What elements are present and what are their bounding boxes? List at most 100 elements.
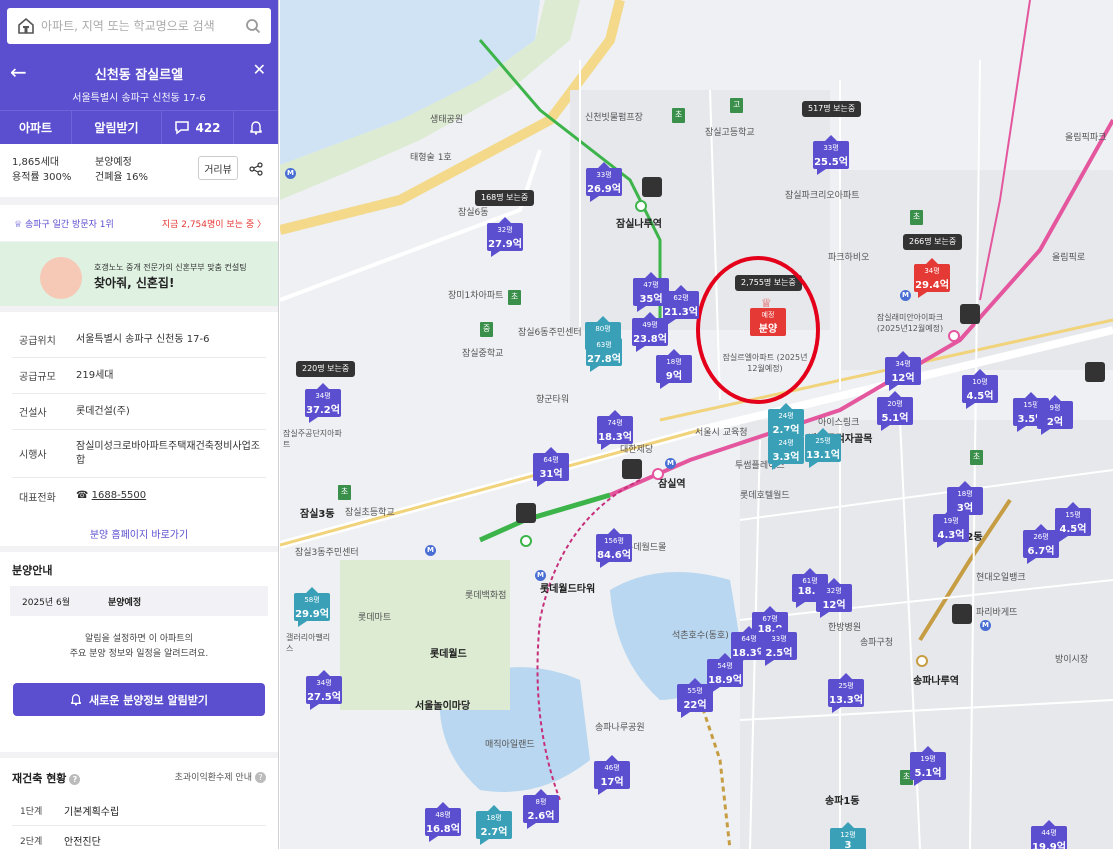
phone-link[interactable]: 1688-5500: [92, 490, 147, 501]
price-marker[interactable]: 34평 37.2억: [305, 383, 341, 423]
price-marker[interactable]: 32평 27.9억: [487, 217, 523, 257]
price-marker[interactable]: 24평 3.3억: [768, 430, 804, 470]
presale-alarm-button[interactable]: 새로운 분양정보 알림받기: [13, 683, 265, 716]
info-row: 공급규모 219세대: [12, 358, 266, 394]
school-icon[interactable]: 고: [730, 98, 743, 113]
price-marker[interactable]: 34평 29.4억: [914, 258, 950, 298]
price-marker[interactable]: 12평 3: [830, 822, 866, 849]
price-marker[interactable]: 62평 21.3억: [663, 285, 699, 325]
map-view[interactable]: 생태공원 신천빗물펌프장 잠실고등학교 태형술 1호 잠실파크리오아파트 잠실6…: [280, 0, 1113, 849]
price-marker[interactable]: 15평 4.5억: [1055, 502, 1091, 542]
presale-section: 분양안내 2025년 6월 분양예정 알림을 설정하면 이 아파트의 주요 분양 정…: [0, 552, 278, 752]
bus-stop-icon[interactable]: [516, 503, 536, 523]
close-icon[interactable]: ✕: [253, 60, 266, 79]
marker-size: 18평: [957, 490, 973, 498]
metro-icon[interactable]: M: [535, 570, 546, 581]
tab-apartment[interactable]: 아파트: [0, 111, 72, 144]
marker-size: 62평: [673, 294, 689, 302]
price-marker[interactable]: 20평 5.1억: [877, 391, 913, 431]
presale-date: 2025년 6월: [22, 597, 71, 608]
school-icon[interactable]: 초: [508, 290, 521, 305]
map-label: 잠실고등학교: [705, 128, 755, 138]
bus-stop-icon[interactable]: [642, 177, 662, 197]
bus-stop-icon[interactable]: [960, 304, 980, 324]
metro-icon[interactable]: M: [425, 545, 436, 556]
school-icon[interactable]: 초: [338, 485, 351, 500]
consulting-banner[interactable]: 호갱노노 중개 전문가의 신혼부부 맞춤 컨설팅 찾아줘, 신혼집!: [0, 242, 278, 306]
metro-icon[interactable]: M: [980, 620, 991, 631]
tab-alarm[interactable]: 알림받기: [72, 111, 162, 144]
tab-comments[interactable]: 422: [162, 111, 234, 144]
home-logo-icon[interactable]: [17, 17, 35, 35]
price-marker[interactable]: 74평 18.3억: [597, 410, 633, 450]
price-marker[interactable]: 156평 84.6억: [596, 528, 632, 568]
price-marker[interactable]: 25평 13.3억: [828, 673, 864, 713]
marker-price: 26.9억: [587, 184, 621, 195]
price-marker[interactable]: 25평 13.1억: [805, 428, 841, 468]
price-marker[interactable]: 64평 31억: [533, 447, 569, 487]
map-label: 올림픽로: [1052, 253, 1086, 263]
price-marker[interactable]: 33평 26.9억: [586, 162, 622, 202]
map-label: 태형술 1호: [410, 153, 452, 163]
action-tabs: 아파트 알림받기 422: [0, 110, 278, 144]
supply-info-table: 공급위치 서울특별시 송파구 신천동 17-6 공급규모 219세대 건설사 롯데건설…: [0, 312, 278, 546]
search-input[interactable]: [41, 19, 245, 33]
price-marker[interactable]: 19평 5.1억: [910, 746, 946, 786]
current-viewers-link[interactable]: 지금 2,754명이 보는 중 〉: [162, 217, 266, 230]
bus-stop-icon[interactable]: [1085, 362, 1105, 382]
subway-station-icon[interactable]: [652, 468, 664, 480]
bus-stop-icon[interactable]: [952, 604, 972, 624]
homepage-link[interactable]: 분양 홈페이지 바로가기: [12, 526, 266, 541]
search-box[interactable]: [7, 8, 271, 44]
help-icon[interactable]: ?: [255, 772, 266, 783]
price-marker[interactable]: 10평 4.5억: [962, 369, 998, 409]
bus-stop-icon[interactable]: [622, 459, 642, 479]
price-marker[interactable]: 18평 2.7억: [476, 805, 512, 845]
price-marker[interactable]: 44평 19.9억: [1031, 820, 1067, 849]
marker-size: 18평: [666, 358, 682, 366]
map-label: 잠실주공단지아파트: [283, 429, 342, 449]
price-marker[interactable]: 46평 17억: [594, 755, 630, 795]
street-view-button[interactable]: 거리뷰: [198, 156, 238, 180]
subway-station-icon[interactable]: [948, 330, 960, 342]
school-icon[interactable]: 중: [480, 322, 493, 337]
metro-icon[interactable]: M: [900, 290, 911, 301]
price-marker[interactable]: 48평 16.8억: [425, 802, 461, 842]
subway-station-icon[interactable]: [635, 200, 647, 212]
price-marker[interactable]: 34평 12억: [885, 351, 921, 391]
map-label: 잠실나루역: [616, 219, 662, 230]
price-marker[interactable]: 34평 27.5억: [306, 670, 342, 710]
map-label: 롯데월드: [430, 649, 467, 660]
price-marker[interactable]: 33평 2.5억: [761, 626, 797, 666]
price-marker[interactable]: 55평 22억: [677, 678, 713, 718]
metro-icon[interactable]: M: [665, 458, 676, 469]
marker-size: 32평: [826, 587, 842, 595]
metro-icon[interactable]: M: [285, 168, 296, 179]
map-label: 매직아일랜드: [485, 740, 535, 750]
school-icon[interactable]: 초: [910, 210, 923, 225]
help-icon[interactable]: ?: [69, 774, 81, 785]
price-marker[interactable]: 63평 27.8억: [586, 332, 622, 372]
share-icon[interactable]: [249, 162, 263, 176]
price-marker[interactable]: 8평 2.6억: [523, 789, 559, 829]
price-marker[interactable]: 19평 4.3억: [933, 508, 969, 548]
search-icon[interactable]: [245, 18, 261, 34]
marker-price: 18.3억: [598, 432, 632, 443]
price-marker[interactable]: 9평 2억: [1037, 395, 1073, 435]
price-marker[interactable]: 18평 9억: [656, 349, 692, 389]
subway-station-icon[interactable]: [520, 535, 532, 547]
price-marker[interactable]: 32평 12억: [816, 578, 852, 618]
price-marker[interactable]: 26평 6.7억: [1023, 524, 1059, 564]
viewers-badge: 266명 보는중: [903, 234, 963, 250]
map-label: 잠실초등학교: [345, 508, 395, 518]
price-marker[interactable]: 49평 23.8억: [632, 312, 668, 352]
marker-size: 25평: [815, 437, 831, 445]
visitor-rank: 송파구 일간 방문자 1위: [24, 220, 114, 230]
tab-notification[interactable]: [234, 111, 278, 144]
price-marker[interactable]: 33평 25.5억: [813, 135, 849, 175]
price-marker[interactable]: 58평 29.9억: [294, 587, 330, 627]
excess-profit-link[interactable]: 초과이익환수제 안내: [175, 773, 252, 783]
subway-station-icon[interactable]: [916, 655, 928, 667]
school-icon[interactable]: 초: [672, 108, 685, 123]
school-icon[interactable]: 초: [970, 450, 983, 465]
